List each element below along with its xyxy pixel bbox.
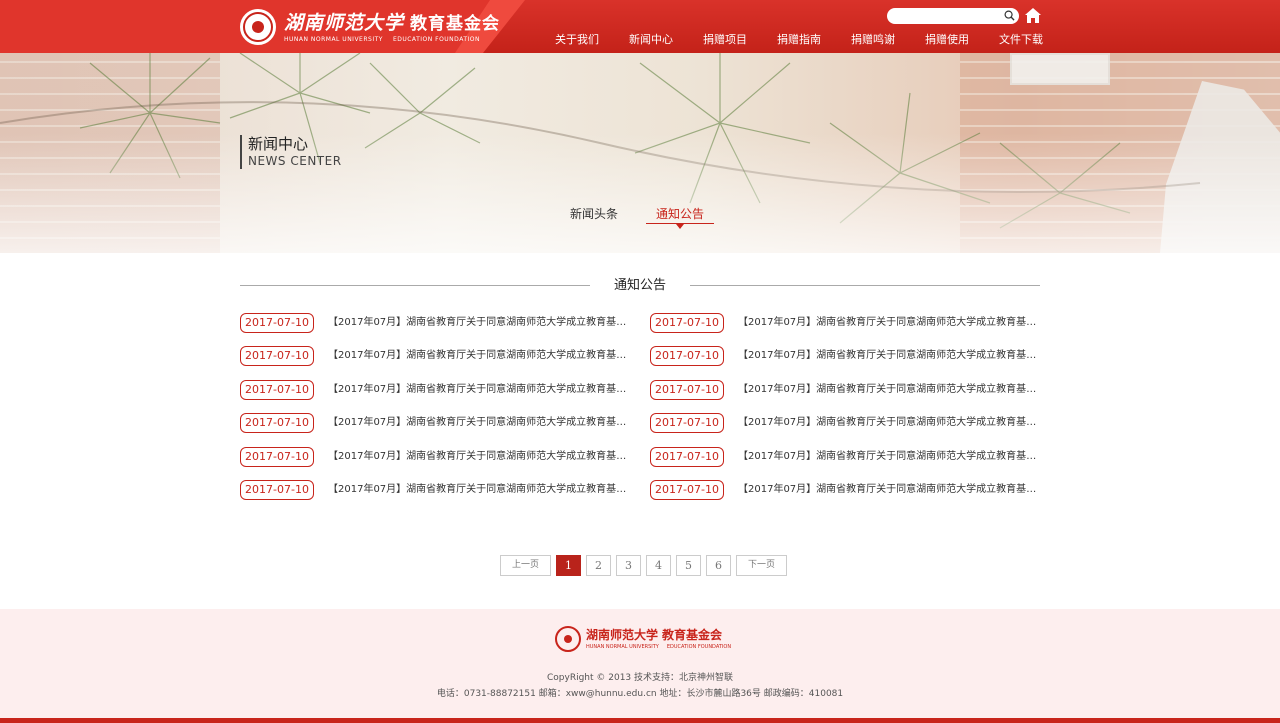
news-title[interactable]: 【2017年07月】湖南省教育厅关于同意湖南师范大学成立教育基金 ... xyxy=(738,346,1042,366)
pagination: 上一页 1 2 3 4 5 6 下一页 xyxy=(500,555,792,576)
banner-title: 新闻中心 NEWS CENTER xyxy=(240,135,342,169)
date-badge: 2017-07-10 xyxy=(240,479,314,500)
page-5-button[interactable]: 5 xyxy=(676,555,701,576)
sub-tabs: 新闻头条 通知公告 xyxy=(560,205,732,229)
date-badge: 2017-07-10 xyxy=(240,446,314,467)
news-title[interactable]: 【2017年07月】湖南省教育厅关于同意湖南师范大学成立教育基金 ... xyxy=(738,413,1042,433)
news-title[interactable]: 【2017年07月】湖南省教育厅关于同意湖南师范大学成立教育基金 ... xyxy=(328,346,633,366)
news-title[interactable]: 【2017年07月】湖南省教育厅关于同意湖南师范大学成立教育基金 ... xyxy=(328,447,633,467)
date-badge: 2017-07-10 xyxy=(240,413,314,434)
nav-news[interactable]: 新闻中心 xyxy=(614,32,688,48)
news-item[interactable]: 2017-07-10 【2017年07月】湖南省教育厅关于同意湖南师范大学成立教育… xyxy=(240,379,640,413)
news-item[interactable]: 2017-07-10 【2017年07月】湖南省教育厅关于同意湖南师范大学成立教育… xyxy=(650,479,1042,513)
news-title[interactable]: 【2017年07月】湖南省教育厅关于同意湖南师范大学成立教育基金 ... xyxy=(328,380,633,400)
news-title[interactable]: 【2017年07月】湖南省教育厅关于同意湖南师范大学成立教育基金 ... xyxy=(738,313,1042,333)
main-nav: 关于我们 新闻中心 捐赠项目 捐赠指南 捐赠鸣谢 捐赠使用 文件下载 xyxy=(540,32,1058,48)
news-title[interactable]: 【2017年07月】湖南省教育厅关于同意湖南师范大学成立教育基金 ... xyxy=(328,413,633,433)
nav-thanks[interactable]: 捐赠鸣谢 xyxy=(836,32,910,48)
news-title[interactable]: 【2017年07月】湖南省教育厅关于同意湖南师范大学成立教育基金 ... xyxy=(738,480,1042,500)
news-list-right: 2017-07-10 【2017年07月】湖南省教育厅关于同意湖南师范大学成立教育… xyxy=(650,313,1042,513)
page-3-button[interactable]: 3 xyxy=(616,555,641,576)
date-badge: 2017-07-10 xyxy=(650,313,724,333)
footer-logo: 湖南师范大学 教育基金会 HUNAN NORMAL UNIVERSITY EDUCA… xyxy=(555,626,731,652)
news-item[interactable]: 2017-07-10 【2017年07月】湖南省教育厅关于同意湖南师范大学成立教育… xyxy=(240,446,640,480)
search-box xyxy=(887,8,1019,29)
date-badge: 2017-07-10 xyxy=(650,446,724,467)
nav-guide[interactable]: 捐赠指南 xyxy=(762,32,836,48)
banner-title-en: NEWS CENTER xyxy=(248,154,342,168)
site-logo[interactable]: 湖南师范大学 教育基金会 HUNAN NORMAL UNIVERSITY EDUCA… xyxy=(240,8,500,46)
news-item[interactable]: 2017-07-10 【2017年07月】湖南省教育厅关于同意湖南师范大学成立教育… xyxy=(240,479,640,513)
news-item[interactable]: 2017-07-10 【2017年07月】湖南省教育厅关于同意湖南师范大学成立教育… xyxy=(650,446,1042,480)
section-heading: 通知公告 xyxy=(240,276,1040,296)
page-1-button[interactable]: 1 xyxy=(556,555,581,576)
heading-divider-right xyxy=(690,285,1040,286)
page-6-button[interactable]: 6 xyxy=(706,555,731,576)
date-badge: 2017-07-10 xyxy=(650,346,724,367)
top-header: 湖南师范大学 教育基金会 HUNAN NORMAL UNIVERSITY EDUCA… xyxy=(0,0,1280,53)
news-item[interactable]: 2017-07-10 【2017年07月】湖南省教育厅关于同意湖南师范大学成立教育… xyxy=(240,346,640,379)
news-title[interactable]: 【2017年07月】湖南省教育厅关于同意湖南师范大学成立教育基金 ... xyxy=(738,447,1042,467)
news-item[interactable]: 2017-07-10 【2017年07月】湖南省教育厅关于同意湖南师范大学成立教育… xyxy=(240,313,640,346)
page-2-button[interactable]: 2 xyxy=(586,555,611,576)
news-item[interactable]: 2017-07-10 【2017年07月】湖南省教育厅关于同意湖南师范大学成立教育… xyxy=(650,413,1042,446)
prev-page-button[interactable]: 上一页 xyxy=(500,555,551,576)
logo-cn-name: 湖南师范大学 教育基金会 xyxy=(284,11,501,34)
footer-contact: 电话：0731-88872151 邮箱：xww@hunnu.edu.cn 地址：… xyxy=(436,689,844,699)
logo-en-name: HUNAN NORMAL UNIVERSITY EDUCATION FOUNDAT… xyxy=(284,35,480,43)
tab-headlines[interactable]: 新闻头条 xyxy=(560,205,628,224)
footer-seal-icon xyxy=(555,626,581,652)
news-title[interactable]: 【2017年07月】湖南省教育厅关于同意湖南师范大学成立教育基金 ... xyxy=(328,313,633,333)
news-item[interactable]: 2017-07-10 【2017年07月】湖南省教育厅关于同意湖南师范大学成立教育… xyxy=(650,313,1042,346)
news-item[interactable]: 2017-07-10 【2017年07月】湖南省教育厅关于同意湖南师范大学成立教育… xyxy=(650,346,1042,379)
nav-projects[interactable]: 捐赠项目 xyxy=(688,32,762,48)
date-badge: 2017-07-10 xyxy=(240,313,314,333)
search-input[interactable] xyxy=(895,12,1005,29)
search-icon[interactable] xyxy=(1004,10,1015,21)
news-title[interactable]: 【2017年07月】湖南省教育厅关于同意湖南师范大学成立教育基金 ... xyxy=(738,380,1042,400)
date-badge: 2017-07-10 xyxy=(240,346,314,367)
section-title: 通知公告 xyxy=(613,278,666,293)
date-badge: 2017-07-10 xyxy=(650,413,724,434)
footer-copyright: CopyRight © 2013 技术支持：北京神州智联 xyxy=(546,673,734,683)
footer-bottom-bar xyxy=(0,718,1280,723)
banner-title-cn: 新闻中心 xyxy=(248,135,309,153)
news-item[interactable]: 2017-07-10 【2017年07月】湖南省教育厅关于同意湖南师范大学成立教育… xyxy=(240,413,640,446)
nav-usage[interactable]: 捐赠使用 xyxy=(910,32,984,48)
nav-about[interactable]: 关于我们 xyxy=(540,32,614,48)
nav-downloads[interactable]: 文件下载 xyxy=(984,32,1058,48)
date-badge: 2017-07-10 xyxy=(650,479,724,500)
news-list-left: 2017-07-10 【2017年07月】湖南省教育厅关于同意湖南师范大学成立教育… xyxy=(240,313,640,513)
university-seal-icon xyxy=(240,9,276,45)
news-title[interactable]: 【2017年07月】湖南省教育厅关于同意湖南师范大学成立教育基金 ... xyxy=(328,480,633,500)
tab-notices[interactable]: 通知公告 xyxy=(646,205,715,229)
page-4-button[interactable]: 4 xyxy=(646,555,671,576)
date-badge: 2017-07-10 xyxy=(650,379,724,400)
date-badge: 2017-07-10 xyxy=(240,379,314,400)
next-page-button[interactable]: 下一页 xyxy=(736,555,787,576)
news-item[interactable]: 2017-07-10 【2017年07月】湖南省教育厅关于同意湖南师范大学成立教育… xyxy=(650,379,1042,413)
home-icon[interactable] xyxy=(1025,8,1041,23)
page-banner: 新闻中心 NEWS CENTER 新闻头条 通知公告 xyxy=(0,53,1280,253)
